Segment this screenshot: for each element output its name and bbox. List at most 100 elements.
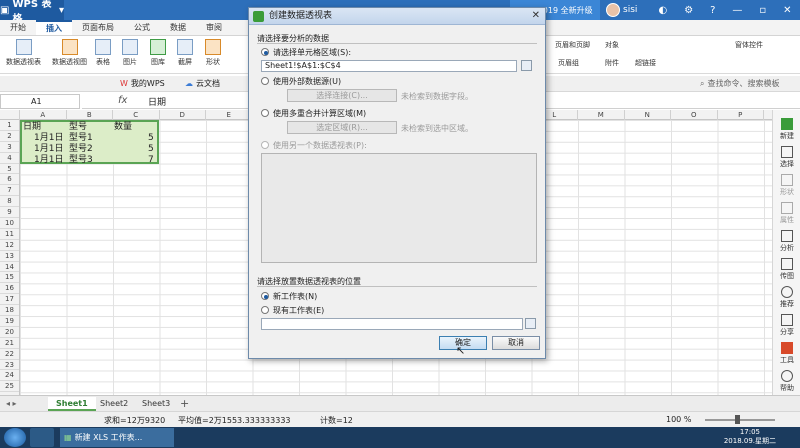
row-header[interactable]: 7 (0, 185, 19, 197)
sidebar-item-analysis[interactable]: 分析 (775, 230, 799, 253)
gallery-button[interactable]: 图库 (150, 39, 166, 67)
skin-icon[interactable]: ◐ (658, 5, 667, 16)
cancel-button[interactable]: 取消 (492, 336, 540, 350)
sidebar-item-send-picture[interactable]: 传图 (775, 258, 799, 281)
tab-cloud-docs[interactable]: ☁ 云文档 (185, 78, 220, 89)
row-header[interactable]: 14 (0, 262, 19, 273)
sidebar-item-tools[interactable]: 工具 (775, 342, 799, 365)
cell-model[interactable]: 型号1 (69, 133, 93, 143)
sheet-tab-3[interactable]: Sheet3 (134, 397, 178, 411)
sidebar-item-select[interactable]: 选择 (775, 146, 799, 169)
column-header[interactable]: A (20, 110, 67, 120)
pivot-table-list[interactable] (261, 153, 537, 263)
tab-page-layout[interactable]: 页面布局 (72, 20, 124, 35)
column-header[interactable]: O (671, 110, 718, 120)
column-header[interactable]: C (113, 110, 160, 120)
select-all-corner[interactable] (0, 110, 20, 120)
row-header[interactable]: 21 (0, 338, 19, 349)
column-header[interactable]: N (625, 110, 671, 120)
formula-input[interactable]: 日期 (148, 95, 166, 108)
sheet-tab-1[interactable]: Sheet1 (48, 397, 96, 411)
help-icon[interactable]: ? (710, 5, 715, 16)
zoom-slider-thumb[interactable] (735, 415, 740, 424)
select-connection-button[interactable]: 选择连接(C)... (287, 89, 397, 102)
cell-qty[interactable]: 5 (148, 133, 154, 143)
add-sheet-icon[interactable]: + (180, 397, 189, 410)
sheet-tab-2[interactable]: Sheet2 (92, 397, 136, 411)
row-header[interactable]: 13 (0, 251, 19, 262)
tab-data[interactable]: 数据 (160, 20, 196, 35)
cell-qty[interactable]: 7 (148, 155, 154, 165)
location-picker-icon[interactable] (525, 318, 536, 329)
row-header[interactable]: 6 (0, 174, 19, 186)
command-search[interactable]: ⌕ 查找命令、搜索模板 (700, 78, 779, 89)
row-header[interactable]: 10 (0, 218, 19, 229)
sheet-nav-icon[interactable]: ◂ ▸ (6, 399, 17, 408)
row-header[interactable]: 17 (0, 294, 19, 306)
radio-external-source[interactable] (261, 77, 269, 85)
row-header[interactable]: 2 (0, 131, 19, 142)
row-header[interactable]: 18 (0, 305, 19, 317)
range-picker-icon[interactable] (521, 60, 532, 71)
column-header[interactable]: D (160, 110, 206, 120)
pivot-chart-button[interactable]: 数据透视图 (52, 39, 87, 67)
row-header[interactable]: 24 (0, 370, 19, 382)
row-header[interactable]: 4 (0, 153, 19, 164)
row-header[interactable]: 19 (0, 316, 19, 327)
row-header[interactable]: 1 (0, 120, 19, 131)
sidebar-item-help[interactable]: 帮助 (775, 370, 799, 393)
cell-date[interactable]: 1月1日 (34, 144, 63, 154)
row-header[interactable]: 11 (0, 229, 19, 240)
shape-button[interactable]: 形状 (205, 39, 221, 67)
radio-existing-sheet[interactable] (261, 306, 269, 314)
name-box[interactable]: A1 (0, 94, 80, 109)
pivot-table-button[interactable]: 数据透视表 (6, 39, 41, 67)
row-header[interactable]: 12 (0, 240, 19, 251)
minimize-button[interactable]: — (732, 5, 742, 16)
row-header[interactable]: 8 (0, 196, 19, 208)
row-header[interactable]: 9 (0, 207, 19, 219)
tab-start[interactable]: 开始 (0, 20, 36, 35)
object-button[interactable]: 对象 (605, 40, 619, 50)
tab-insert[interactable]: 插入 (36, 20, 72, 35)
explorer-icon[interactable] (30, 428, 54, 447)
cell-header[interactable]: 数量 (114, 122, 132, 132)
screenshot-button[interactable]: 截屏 (177, 39, 193, 67)
row-header[interactable]: 3 (0, 142, 19, 153)
table-button[interactable]: 表格 (95, 39, 111, 67)
radio-new-sheet[interactable] (261, 292, 269, 300)
sidebar-item-property[interactable]: 属性 (775, 202, 799, 225)
row-header[interactable]: 23 (0, 360, 19, 371)
settings-icon[interactable]: ⚙ (684, 5, 693, 16)
fx-icon[interactable]: fx (118, 95, 127, 106)
range-input[interactable]: Sheet1!$A$1:$C$4 (261, 60, 517, 72)
sidebar-item-recommend[interactable]: 推荐 (775, 286, 799, 309)
start-button[interactable] (4, 428, 26, 447)
maximize-button[interactable]: ▫ (759, 5, 766, 16)
clock[interactable]: 17:05 2018.09.星期二 (724, 428, 776, 446)
radio-multi-consolidation[interactable] (261, 109, 269, 117)
radio-other-pivot[interactable] (261, 141, 269, 149)
row-header[interactable]: 5 (0, 164, 19, 175)
column-header[interactable]: B (67, 110, 113, 120)
cell-date[interactable]: 1月1日 (34, 155, 63, 165)
sidebar-item-share[interactable]: 分享 (775, 314, 799, 337)
row-header[interactable]: 22 (0, 349, 19, 360)
cell-model[interactable]: 型号3 (69, 155, 93, 165)
row-header[interactable]: 16 (0, 283, 19, 295)
radio-cell-range[interactable] (261, 48, 269, 56)
picture-button[interactable]: 图片 (122, 39, 138, 67)
row-header[interactable]: 20 (0, 327, 19, 338)
column-header[interactable]: M (578, 110, 625, 120)
taskbar-active-task[interactable]: ▦ 新建 XLS 工作表... (60, 428, 174, 447)
header-footer-button[interactable]: 页眉和页脚 (555, 40, 590, 50)
column-header[interactable]: P (718, 110, 764, 120)
hyperlink-button[interactable]: 超链接 (635, 58, 656, 68)
cell-date[interactable]: 1月1日 (34, 133, 63, 143)
user-account[interactable]: sisi (606, 0, 646, 20)
header-group-button[interactable]: 页眉组 (558, 58, 579, 68)
location-input[interactable] (261, 318, 523, 330)
close-button[interactable]: ✕ (783, 5, 791, 16)
sidebar-item-new[interactable]: 新建 (775, 118, 799, 141)
zoom-level[interactable]: 100 % (666, 415, 691, 424)
